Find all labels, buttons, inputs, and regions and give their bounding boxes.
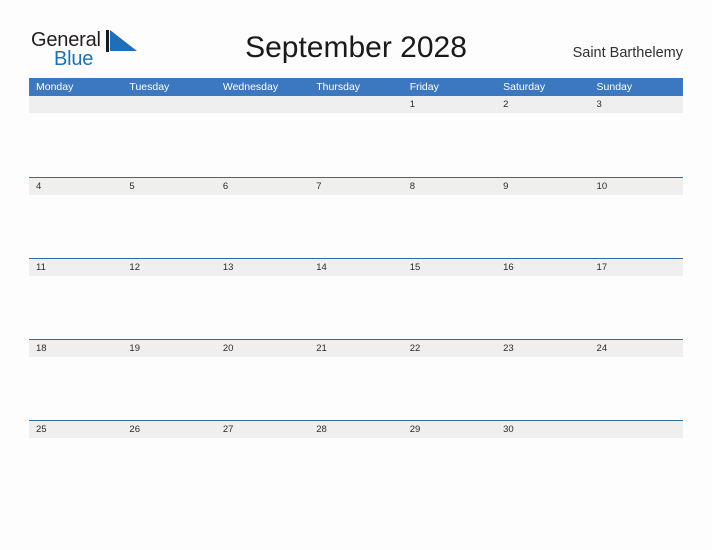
weekday-header-friday: Friday (409, 81, 439, 93)
day-cell[interactable]: 20 (216, 340, 309, 357)
day-cell[interactable]: 5 (122, 178, 215, 195)
day-cell[interactable]: 21 (309, 340, 402, 357)
day-cell[interactable]: 11 (29, 259, 122, 276)
day-cell[interactable]: 18 (29, 340, 122, 357)
day-cell[interactable]: 9 (496, 178, 589, 195)
week-notes-area[interactable] (29, 357, 683, 420)
week-row: 4 5 6 7 8 9 10 (29, 177, 683, 258)
day-cell[interactable]: 22 (403, 340, 496, 357)
week-date-band: 11 12 13 14 15 16 17 (29, 258, 683, 276)
day-cell[interactable] (309, 96, 402, 113)
day-cell[interactable]: 13 (216, 259, 309, 276)
week-date-band: 4 5 6 7 8 9 10 (29, 177, 683, 195)
weekday-header-wednesday: Wednesday (222, 81, 279, 93)
day-cell[interactable]: 15 (403, 259, 496, 276)
day-cell[interactable]: 2 (496, 96, 589, 113)
week-date-band: 18 19 20 21 22 23 24 (29, 339, 683, 357)
week-row: 11 12 13 14 15 16 17 (29, 258, 683, 339)
day-cell[interactable] (216, 96, 309, 113)
day-cell[interactable]: 3 (590, 96, 683, 113)
weekday-header-saturday: Saturday (503, 81, 546, 93)
week-notes-area[interactable] (29, 438, 683, 501)
day-cell[interactable]: 4 (29, 178, 122, 195)
day-cell[interactable]: 1 (403, 96, 496, 113)
weekday-header-tuesday: Tuesday (129, 81, 170, 93)
weekday-header-thursday: Thursday (316, 81, 361, 93)
day-cell[interactable]: 28 (309, 421, 402, 438)
day-cell[interactable]: 24 (590, 340, 683, 357)
day-cell[interactable]: 30 (496, 421, 589, 438)
weekday-header-row: Monday Tuesday Wednesday Thursday Friday… (29, 78, 683, 96)
day-cell[interactable]: 7 (309, 178, 402, 195)
region-label: Saint Barthelemy (572, 45, 683, 61)
day-cell[interactable] (590, 421, 683, 438)
day-cell[interactable]: 27 (216, 421, 309, 438)
day-cell[interactable]: 19 (122, 340, 215, 357)
week-date-band: 25 26 27 28 29 30 (29, 420, 683, 438)
day-cell[interactable]: 10 (590, 178, 683, 195)
weekday-header-monday: Monday (36, 81, 74, 93)
calendar-grid: Monday Tuesday Wednesday Thursday Friday… (29, 78, 683, 501)
week-row: 25 26 27 28 29 30 (29, 420, 683, 501)
week-row: 1 2 3 (29, 96, 683, 177)
day-cell[interactable]: 25 (29, 421, 122, 438)
week-notes-area[interactable] (29, 195, 683, 258)
day-cell[interactable]: 8 (403, 178, 496, 195)
day-cell[interactable]: 17 (590, 259, 683, 276)
day-cell[interactable]: 16 (496, 259, 589, 276)
day-cell[interactable]: 6 (216, 178, 309, 195)
week-date-band: 1 2 3 (29, 96, 683, 113)
day-cell[interactable]: 26 (122, 421, 215, 438)
day-cell[interactable]: 12 (122, 259, 215, 276)
day-cell[interactable]: 23 (496, 340, 589, 357)
week-notes-area[interactable] (29, 276, 683, 339)
week-notes-area[interactable] (29, 113, 683, 176)
day-cell[interactable]: 29 (403, 421, 496, 438)
weekday-header-sunday: Sunday (596, 81, 633, 93)
week-row: 18 19 20 21 22 23 24 (29, 339, 683, 420)
page-header: General Blue September 2028 Saint Barthe… (0, 0, 712, 78)
day-cell[interactable] (29, 96, 122, 113)
calendar-page: General Blue September 2028 Saint Barthe… (0, 0, 712, 550)
day-cell[interactable] (122, 96, 215, 113)
day-cell[interactable]: 14 (309, 259, 402, 276)
